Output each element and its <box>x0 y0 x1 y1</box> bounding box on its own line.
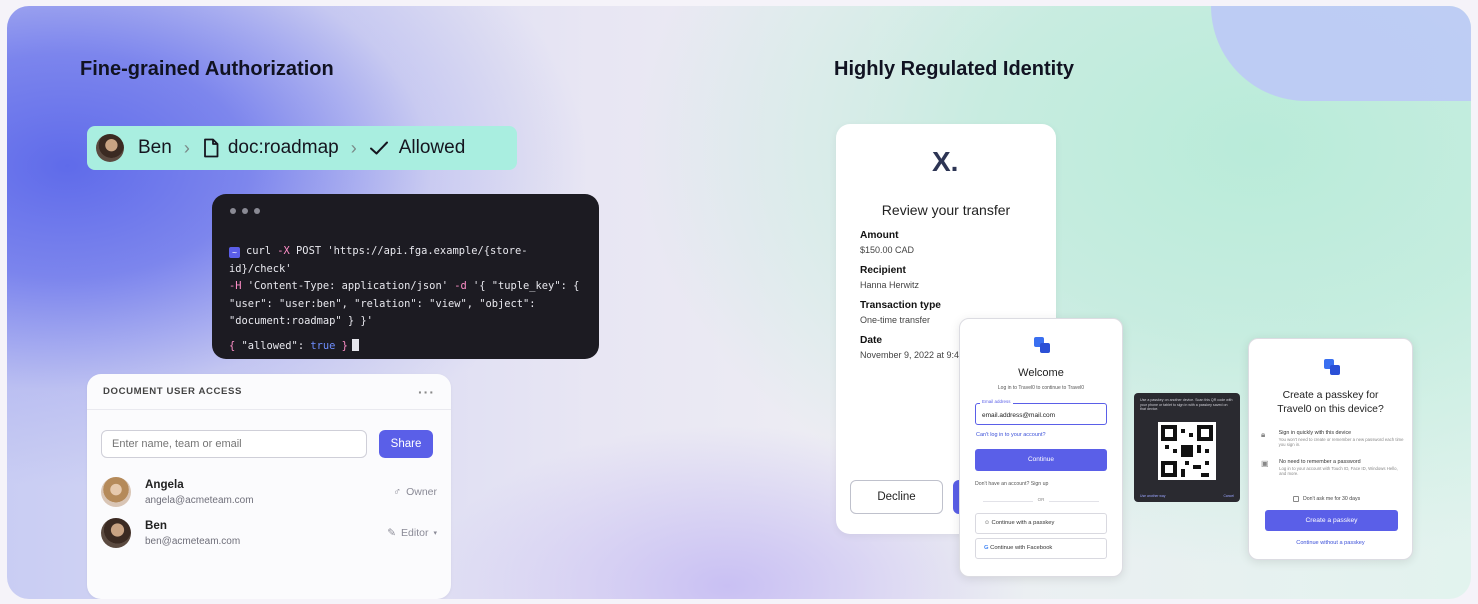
share-search-input[interactable] <box>101 430 367 458</box>
command-text: "user": "user:ben", "relation": "view", … <box>229 297 536 310</box>
response-value: true <box>310 339 336 352</box>
welcome-title: Welcome <box>1018 367 1064 379</box>
user-name: Ben <box>145 519 167 532</box>
response-key: "allowed": <box>241 339 311 352</box>
passkey-icon: ☺ <box>984 520 990 526</box>
document-access-card: DOCUMENT USER ACCESS ··· Share Angela an… <box>87 374 451 599</box>
command-text: "document:roadmap" } }' <box>229 315 373 327</box>
qr-instructions: Use a passkey on another device. Scan th… <box>1140 398 1233 412</box>
lock-icon: 🔒︎ <box>1261 430 1266 439</box>
login-card: Welcome Log in to Travel0 to continue to… <box>959 318 1123 577</box>
passkey-login-button[interactable]: ☺ Continue with a passkey <box>975 513 1107 534</box>
recipient-field: Recipient Hanna Herwitz <box>860 265 920 290</box>
chevron-right-icon: › <box>350 137 357 158</box>
remind-checkbox[interactable]: Don't ask me for 30 days <box>1293 496 1360 502</box>
chevron-right-icon: › <box>183 137 190 158</box>
role-label: Editor <box>401 527 429 539</box>
ben-avatar <box>101 518 131 548</box>
create-passkey-button[interactable]: Create a passkey <box>1265 510 1398 531</box>
cant-login-link[interactable]: Can't log in to your account? <box>976 432 1046 438</box>
identity-section-title: Highly Regulated Identity <box>834 58 1075 80</box>
response-brace: { <box>229 339 242 352</box>
ben-avatar <box>96 134 124 162</box>
continue-without-passkey-link[interactable]: Continue without a passkey <box>1249 540 1412 546</box>
flag: -H <box>229 280 242 292</box>
more-options-icon[interactable]: ··· <box>418 384 435 400</box>
command-text: 'Content-Type: application/json' <box>241 280 455 292</box>
passkey-benefit-1: 🔒︎ Sign in quickly with this device You w… <box>1261 430 1404 447</box>
window-controls <box>230 208 260 214</box>
use-another-way-link[interactable]: Use another way <box>1140 494 1165 498</box>
or-divider: OR <box>975 497 1107 505</box>
passkey-benefit-2: ▣ No need to remember a password Log in t… <box>1261 459 1398 476</box>
owner-icon: ♂ <box>393 486 402 498</box>
angela-avatar <box>101 477 131 507</box>
pencil-icon: ✎ <box>387 527 397 539</box>
travel0-logo-icon <box>1034 337 1050 353</box>
date-field: Date November 9, 2022 at 9:4 <box>860 335 960 360</box>
response-brace: } <box>335 339 348 352</box>
access-card-title: DOCUMENT USER ACCESS <box>103 386 243 397</box>
access-card-header: DOCUMENT USER ACCESS ··· <box>87 374 451 410</box>
chip-user: Ben <box>138 137 172 158</box>
user-email: angela@acmeteam.com <box>145 495 254 506</box>
role-label: Owner <box>406 486 437 498</box>
user-row-ben: Ben ben@acmeteam.com ✎ Editor ▾ <box>101 515 437 551</box>
qr-footer: Use another way Cancel <box>1140 494 1234 498</box>
user-row-angela: Angela angela@acmeteam.com ♂ Owner <box>101 474 437 510</box>
device-icon: ▣ <box>1261 459 1269 468</box>
flag: -X <box>277 245 290 257</box>
decline-button[interactable]: Decline <box>850 480 943 514</box>
signup-link[interactable]: Don't have an account? Sign up <box>975 481 1048 487</box>
email-field[interactable]: email.address@mail.com <box>975 403 1107 425</box>
continue-button[interactable]: Continue <box>975 449 1107 471</box>
chevron-down-icon: ▾ <box>433 530 437 537</box>
authorization-check-chip: Ben › doc:roadmap › Allowed <box>87 126 517 170</box>
decorative-blob <box>1211 6 1471 101</box>
user-email: ben@acmeteam.com <box>145 536 241 547</box>
editor-role-dropdown[interactable]: ✎ Editor ▾ <box>387 527 437 539</box>
flag: -d <box>454 280 467 292</box>
user-name: Angela <box>145 478 184 491</box>
google-icon: G <box>984 545 989 551</box>
welcome-subtitle: Log in to Travel0 to continue to Travel0 <box>997 385 1085 391</box>
facebook-login-button[interactable]: G Continue with Facebook <box>975 538 1107 559</box>
banner: Fine-grained Authorization Highly Regula… <box>7 6 1471 599</box>
chip-resource: doc:roadmap <box>227 137 339 158</box>
command-text: '{ "tuple_key": { <box>466 280 580 292</box>
passkey-title: Create a passkey for Travel0 on this dev… <box>1277 390 1384 415</box>
create-passkey-card: Create a passkey for Travel0 on this dev… <box>1248 338 1413 560</box>
amount-field: Amount $150.00 CAD <box>860 230 915 255</box>
document-icon <box>203 138 219 158</box>
transaction-type-field: Transaction type One-time transfer <box>860 300 941 325</box>
owner-role: ♂ Owner <box>393 486 437 498</box>
email-field-label: Email address <box>980 399 1013 404</box>
prompt-icon: ~ <box>229 247 240 258</box>
qr-code <box>1158 422 1216 480</box>
terminal-content: ~ curl -X POST 'https://api.fga.example/{… <box>229 243 589 355</box>
bank-logo: X. <box>932 146 959 177</box>
qr-passkey-dialog: Use a passkey on another device. Scan th… <box>1134 393 1240 502</box>
cancel-link[interactable]: Cancel <box>1223 494 1234 498</box>
check-icon <box>369 141 388 155</box>
qr-code-pattern <box>1161 425 1213 477</box>
terminal-cursor <box>351 338 359 351</box>
fga-section-title: Fine-grained Authorization <box>80 58 334 80</box>
transfer-title: Review your transfer <box>881 202 1011 218</box>
chip-result: Allowed <box>398 137 466 158</box>
share-button[interactable]: Share <box>379 430 433 458</box>
curl-command: curl <box>246 245 278 257</box>
travel0-logo-icon <box>1324 359 1340 375</box>
terminal-window: ~ curl -X POST 'https://api.fga.example/{… <box>212 194 599 359</box>
